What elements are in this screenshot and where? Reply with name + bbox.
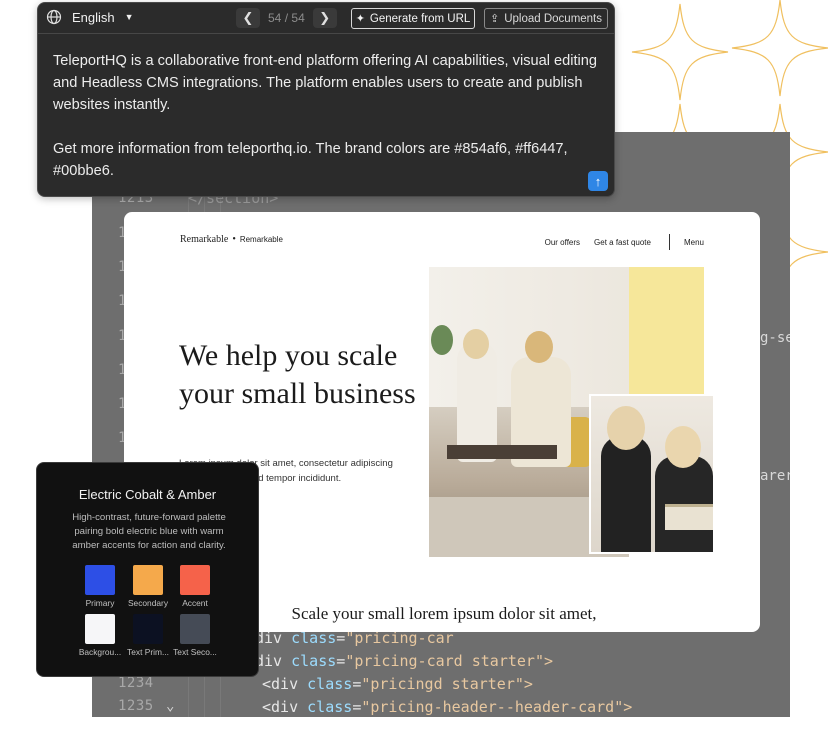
swatch-label: Text Seco... bbox=[173, 647, 217, 657]
upload-icon: ⇪ bbox=[489, 13, 500, 25]
nav-link-menu[interactable]: Menu bbox=[684, 238, 704, 247]
page-counter: 54 / 54 bbox=[268, 11, 305, 25]
upload-label: Upload Documents bbox=[504, 12, 603, 25]
code-line: div class="pricing-card starter"> bbox=[255, 652, 554, 670]
site-brand[interactable]: Remarkable • Remarkable bbox=[180, 234, 283, 245]
language-selector[interactable]: English ▼ bbox=[46, 9, 134, 25]
chevron-left-icon: ❮ bbox=[242, 10, 254, 25]
code-line: <div class="pricing-header--header-card"… bbox=[262, 698, 633, 716]
chevron-right-icon: ❯ bbox=[319, 10, 331, 25]
brand-subname: Remarkable bbox=[239, 235, 283, 244]
palette-description: High-contrast, future-forward palette pa… bbox=[72, 512, 226, 551]
swatch-background[interactable] bbox=[85, 614, 115, 644]
arrow-up-icon: ↑ bbox=[594, 173, 602, 189]
swatch-primary[interactable] bbox=[85, 565, 115, 595]
sparkle-icon bbox=[731, 0, 828, 97]
line-number: 1234 bbox=[118, 675, 154, 691]
send-button[interactable]: ↑ bbox=[588, 171, 608, 191]
sparkle-icon: ✦ bbox=[355, 13, 365, 25]
swatch-label: Accent bbox=[182, 598, 208, 608]
prev-page-button[interactable]: ❮ bbox=[236, 8, 260, 28]
globe-icon bbox=[46, 9, 62, 25]
swatch-text-primary[interactable] bbox=[133, 614, 163, 644]
upload-documents-button[interactable]: ⇪ Upload Documents bbox=[484, 8, 608, 29]
code-fragment: arer bbox=[760, 468, 790, 484]
generate-from-url-button[interactable]: ✦ Generate from URL bbox=[351, 8, 475, 29]
language-label: English bbox=[72, 9, 115, 25]
palette-title: Electric Cobalt & Amber bbox=[78, 487, 217, 502]
nav-link-quote[interactable]: Get a fast quote bbox=[594, 238, 651, 247]
site-navbar: Remarkable • Remarkable Our offers Get a f… bbox=[180, 234, 704, 250]
caret-down-icon: ▼ bbox=[124, 12, 134, 22]
prompt-panel: English ▼ ❮ 54 / 54 ❯ ✦ Generate from UR… bbox=[37, 2, 615, 197]
hero-title: We help you scale your small business bbox=[179, 339, 416, 410]
brand-dot: • bbox=[232, 234, 236, 245]
next-page-button[interactable]: ❯ bbox=[312, 8, 337, 28]
page-navigator: ❮ 54 / 54 ❯ bbox=[236, 8, 337, 28]
prompt-textarea[interactable]: TeleportHQ is a collaborative front-end … bbox=[53, 50, 598, 182]
fold-chevron-icon[interactable]: ⌄ bbox=[166, 698, 175, 714]
brand-name: Remarkable bbox=[180, 234, 229, 245]
prompt-toolbar: English ▼ ❮ 54 / 54 ❯ ✦ Generate from UR… bbox=[38, 3, 614, 34]
swatch-accent[interactable] bbox=[180, 565, 210, 595]
swatch-text-secondary[interactable] bbox=[180, 614, 210, 644]
generate-label: Generate from URL bbox=[369, 12, 471, 25]
prompt-paragraph: Get more information from teleporthq.io.… bbox=[53, 141, 568, 179]
nav-link-offers[interactable]: Our offers bbox=[545, 238, 580, 247]
line-number: 1235 bbox=[118, 698, 154, 714]
swatch-secondary[interactable] bbox=[133, 565, 163, 595]
code-fragment: g-se bbox=[760, 330, 790, 346]
section-heading: Scale your small lorem ipsum dolor sit a… bbox=[291, 604, 597, 623]
prompt-paragraph: TeleportHQ is a collaborative front-end … bbox=[53, 53, 598, 113]
code-line: <div class="pricingd starter"> bbox=[262, 675, 533, 693]
site-nav-links: Our offers Get a fast quote Menu bbox=[531, 234, 704, 250]
hero-photo-team bbox=[589, 394, 715, 554]
palette-card[interactable]: Electric Cobalt & Amber High-contrast, f… bbox=[36, 462, 259, 677]
sparkle-icon bbox=[631, 3, 729, 101]
nav-divider bbox=[668, 234, 670, 250]
hero-yellow-block bbox=[628, 267, 704, 395]
